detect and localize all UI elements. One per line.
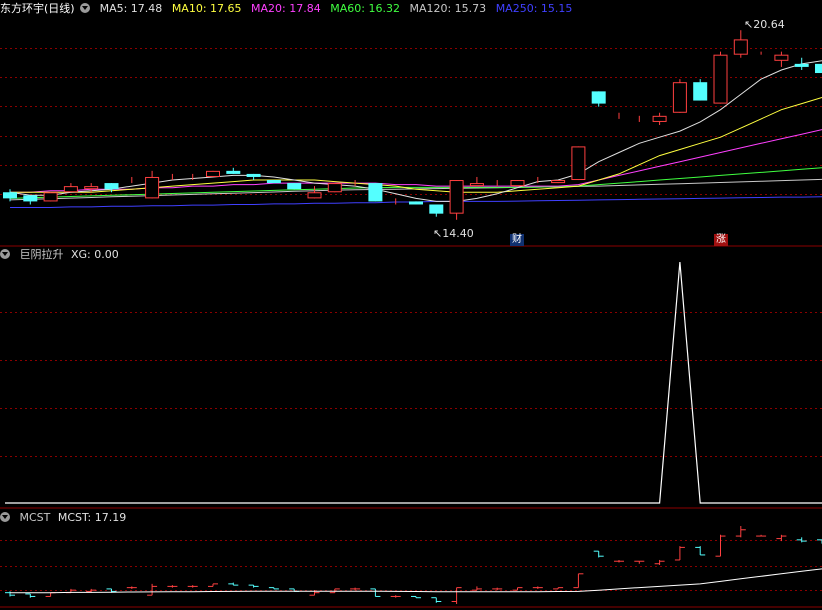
candle-down bbox=[226, 170, 241, 174]
limit-up-event-tag[interactable]: 涨 bbox=[714, 234, 728, 246]
candle-up bbox=[672, 82, 687, 113]
candle-down bbox=[266, 180, 281, 184]
low-price-label: ↖14.40 bbox=[433, 227, 474, 240]
candle-up bbox=[571, 146, 586, 181]
kline-chart[interactable] bbox=[0, 0, 822, 610]
candle-up bbox=[733, 39, 748, 55]
candle-up bbox=[63, 186, 78, 193]
candle-up bbox=[327, 183, 342, 193]
candle-down bbox=[368, 183, 383, 202]
candle-up bbox=[145, 176, 160, 199]
candle-down bbox=[287, 183, 302, 190]
candle-up bbox=[307, 192, 322, 199]
candle-down bbox=[591, 91, 606, 104]
candle-down bbox=[104, 183, 119, 190]
candle-up bbox=[43, 192, 58, 202]
candle-down bbox=[429, 204, 444, 214]
candle-up bbox=[84, 186, 99, 190]
candle-up bbox=[510, 180, 525, 187]
high-arrow-icon: ↖ bbox=[744, 18, 754, 31]
candle-down bbox=[815, 63, 822, 74]
low-price-value: 14.40 bbox=[442, 227, 474, 240]
candle-up bbox=[469, 183, 484, 187]
candle-down bbox=[23, 195, 38, 202]
candle-down bbox=[246, 173, 261, 177]
low-arrow-icon: ↖ bbox=[433, 227, 443, 240]
mcst-line bbox=[10, 568, 822, 594]
candle-up bbox=[551, 180, 566, 184]
candle-up bbox=[713, 54, 728, 104]
xg-signal-line bbox=[5, 261, 822, 504]
candle-up bbox=[652, 115, 667, 122]
candle-up bbox=[449, 180, 464, 214]
candle-down bbox=[693, 82, 708, 101]
candle-up bbox=[774, 54, 789, 61]
candle-down bbox=[409, 201, 423, 205]
high-price-label: ↖20.64 bbox=[744, 18, 785, 31]
high-price-value: 20.64 bbox=[753, 18, 785, 31]
candle-down bbox=[3, 192, 17, 199]
candle-down bbox=[794, 63, 809, 67]
finance-event-tag[interactable]: 财 bbox=[510, 234, 524, 246]
candle-up bbox=[206, 170, 220, 177]
